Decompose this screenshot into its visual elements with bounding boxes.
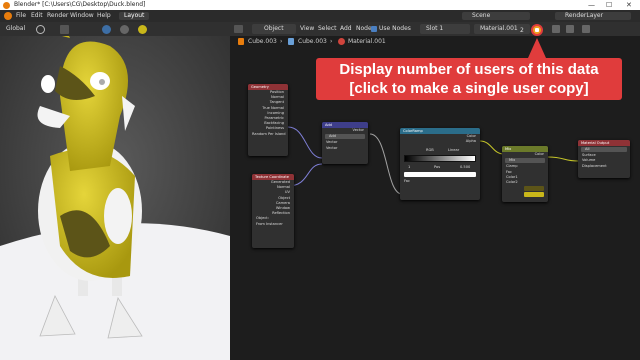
use-nodes-label: Use Nodes bbox=[379, 25, 411, 32]
workspace-tab-layout[interactable]: Layout bbox=[119, 12, 150, 20]
output-target-dropdown[interactable]: All bbox=[581, 147, 627, 153]
menu-edit[interactable]: Edit bbox=[31, 10, 43, 22]
link-mix-output bbox=[547, 156, 579, 162]
proportional-edit-icon[interactable] bbox=[60, 25, 69, 34]
colorramp-input-fac: Fac bbox=[404, 178, 410, 183]
vector-math-add-node[interactable]: Add Vector Add Vector Vector bbox=[322, 122, 368, 164]
menu-help[interactable]: Help bbox=[97, 10, 111, 22]
mix-blend-dropdown[interactable]: Mix bbox=[505, 158, 545, 164]
menu-view[interactable]: View bbox=[300, 22, 314, 36]
colorramp-output-alpha: Alpha bbox=[465, 139, 476, 144]
material-output-header: Material Output bbox=[578, 140, 630, 146]
window-title: Blender* [C:\Users\CG\Desktop\Duck.blend… bbox=[14, 1, 146, 8]
link-add-colorramp bbox=[369, 133, 403, 195]
output-input-displacement: Displacement bbox=[582, 163, 607, 168]
single-user-copy-button[interactable] bbox=[531, 24, 543, 36]
colorramp-pos-value[interactable]: 0.500 bbox=[460, 165, 470, 170]
mix-rgb-node[interactable]: Mix Color Mix Clamp Fac Color1 Color2 bbox=[502, 146, 548, 202]
material-preview-icon[interactable] bbox=[138, 25, 147, 34]
orientation-dropdown[interactable]: Global bbox=[6, 22, 25, 36]
mix-output-color: Color bbox=[534, 152, 544, 156]
editor-type-icon[interactable] bbox=[234, 25, 243, 33]
link-colorramp-fac bbox=[479, 140, 505, 155]
close-button[interactable]: ✕ bbox=[626, 0, 632, 10]
user-count: 2 bbox=[520, 27, 524, 34]
menu-node[interactable]: Node bbox=[356, 22, 372, 36]
menu-add[interactable]: Add bbox=[340, 22, 352, 36]
menu-file[interactable]: File bbox=[16, 10, 26, 22]
blender-logo-icon bbox=[3, 2, 10, 9]
duck-model bbox=[0, 36, 230, 360]
callout-line-1: Display number of users of this data bbox=[339, 61, 599, 78]
texture-coordinate-node[interactable]: Texture Coordinate Generated Normal UV O… bbox=[252, 174, 294, 248]
colorramp-stop-color[interactable] bbox=[404, 171, 476, 177]
mix-input-color2[interactable]: Color2 bbox=[502, 180, 548, 185]
fake-user-icon[interactable] bbox=[552, 25, 560, 33]
overlay-icon[interactable] bbox=[120, 25, 129, 34]
tooltip-callout: Display number of users of this data [cl… bbox=[316, 58, 622, 100]
menu-select[interactable]: Select bbox=[318, 22, 337, 36]
color1-swatch[interactable] bbox=[524, 186, 544, 191]
geometry-node[interactable]: Geometry Position Normal Tangent True No… bbox=[248, 84, 288, 156]
material-name: Material.001 bbox=[480, 25, 518, 32]
color2-swatch[interactable] bbox=[524, 192, 544, 197]
object-mode-label: Object bbox=[264, 25, 284, 32]
colorramp-stop-index[interactable]: 1 bbox=[408, 165, 410, 170]
add-output-vector: Vector bbox=[352, 128, 364, 132]
scene-label: Scene bbox=[472, 12, 491, 19]
callout-line-2: [click to make a single user copy] bbox=[349, 80, 589, 97]
geometry-output-random-per-island: Random Per Island bbox=[252, 131, 286, 136]
viewport-header: Global bbox=[0, 22, 230, 36]
new-material-icon[interactable] bbox=[566, 25, 574, 33]
minimize-button[interactable]: — bbox=[588, 0, 595, 10]
maximize-button[interactable]: ☐ bbox=[606, 0, 612, 10]
render-layer-label: RenderLayer bbox=[565, 12, 604, 19]
use-nodes-checkbox[interactable] bbox=[371, 26, 377, 32]
colorramp-gradient-bar[interactable] bbox=[404, 154, 476, 162]
3d-viewport[interactable] bbox=[0, 36, 230, 360]
colorramp-color-mode[interactable]: RGB bbox=[426, 148, 434, 153]
colorramp-pos-label: Pos bbox=[434, 164, 441, 169]
slot-label: Slot 1 bbox=[426, 25, 444, 32]
add-input-vector-2: Vector bbox=[326, 145, 338, 150]
colorramp-stop-row: 1 Pos 0.500 bbox=[400, 165, 480, 170]
link-normal-add bbox=[287, 126, 323, 159]
texcoord-from-instancer[interactable]: From Instancer bbox=[252, 222, 294, 227]
node-editor-header: Object View Select Add Node Use Nodes Sl… bbox=[230, 22, 640, 36]
viewport-shading-icon[interactable] bbox=[102, 25, 111, 34]
colorramp-interpolation[interactable]: Linear bbox=[448, 148, 459, 153]
pin-icon[interactable] bbox=[582, 25, 590, 33]
menu-render[interactable]: Render bbox=[47, 10, 68, 22]
menu-window[interactable]: Window bbox=[70, 10, 94, 22]
users-icon bbox=[535, 28, 539, 32]
colorramp-controls: RGB Linear bbox=[400, 148, 480, 153]
add-mode-dropdown[interactable]: Add bbox=[325, 134, 365, 140]
window-titlebar: Blender* [C:\Users\CG\Desktop\Duck.blend… bbox=[0, 0, 640, 10]
top-menubar: File Edit Render Window Help Layout Scen… bbox=[0, 10, 640, 22]
colorramp-node[interactable]: ColorRamp Color Alpha RGB Linear 1 Pos 0… bbox=[400, 128, 480, 200]
snap-icon[interactable] bbox=[36, 25, 45, 34]
blender-menu-icon[interactable] bbox=[4, 12, 12, 20]
material-output-node[interactable]: Material Output All Surface Volume Displ… bbox=[578, 140, 630, 178]
